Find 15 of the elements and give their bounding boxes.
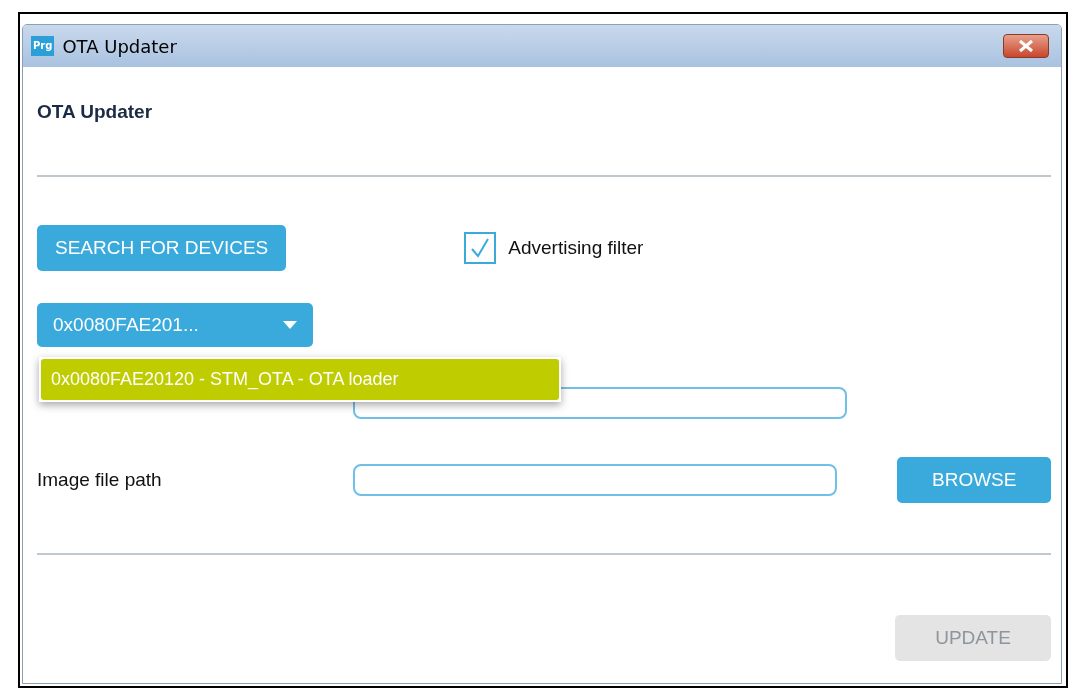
close-button[interactable] [1003,34,1049,58]
checkbox-label: Advertising filter [508,237,644,259]
checkbox[interactable] [464,232,497,264]
input-field[interactable] [353,464,838,496]
app-badge: Prg [31,36,55,56]
field-label: Image file path [37,469,163,491]
close-icon [1018,39,1034,53]
device-dropdown[interactable]: 0x0080FAE201... [37,303,313,347]
checkmark-icon [469,237,492,259]
dropdown-option[interactable]: 0x0080FAE20120 - STM_OTA - OTA loader [41,359,559,400]
page-heading: OTA Updater [37,101,154,123]
browse-button[interactable]: BROWSE [897,457,1051,503]
caret-icon [283,321,297,329]
search-button[interactable]: SEARCH FOR DEVICES [37,225,287,271]
window-title: OTA Updater [62,35,178,57]
